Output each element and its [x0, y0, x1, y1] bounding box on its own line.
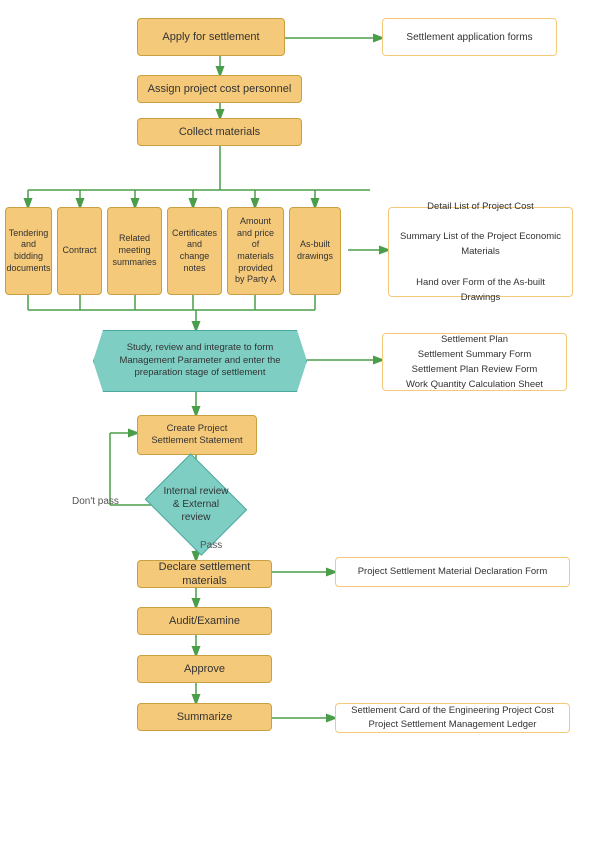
dont-pass-label: Don't pass — [72, 496, 119, 507]
contract-box: Contract — [57, 207, 102, 295]
approve-box: Approve — [137, 655, 272, 683]
audit-box: Audit/Examine — [137, 607, 272, 635]
summarize-box: Summarize — [137, 703, 272, 731]
create-box: Create Project Settlement Statement — [137, 415, 257, 455]
declare-box: Declare settlement materials — [137, 560, 272, 588]
settlement-forms-box: Settlement application forms — [382, 18, 557, 56]
asbuilt-box: As-built drawings — [289, 207, 341, 295]
detail-list-box: Detail List of Project Cost Summary List… — [388, 207, 573, 297]
apply-box: Apply for settlement — [137, 18, 285, 56]
meeting-box: Related meeting summaries — [107, 207, 162, 295]
diagram: Apply for settlement Settlement applicat… — [0, 0, 600, 848]
review-diamond: Internal review & External review — [145, 453, 248, 556]
study-box: Study, review and integrate to form Mana… — [93, 330, 307, 392]
settlement-card-box: Settlement Card of the Engineering Proje… — [335, 703, 570, 733]
settlement-plan-box: Settlement Plan Settlement Summary Form … — [382, 333, 567, 391]
amount-box: Amount and price of materials provided b… — [227, 207, 284, 295]
pass-label: Pass — [200, 540, 222, 551]
tendering-box: Tendering and bidding documents — [5, 207, 52, 295]
declaration-form-box: Project Settlement Material Declaration … — [335, 557, 570, 587]
certificates-box: Certificates and change notes — [167, 207, 222, 295]
assign-box: Assign project cost personnel — [137, 75, 302, 103]
collect-box: Collect materials — [137, 118, 302, 146]
